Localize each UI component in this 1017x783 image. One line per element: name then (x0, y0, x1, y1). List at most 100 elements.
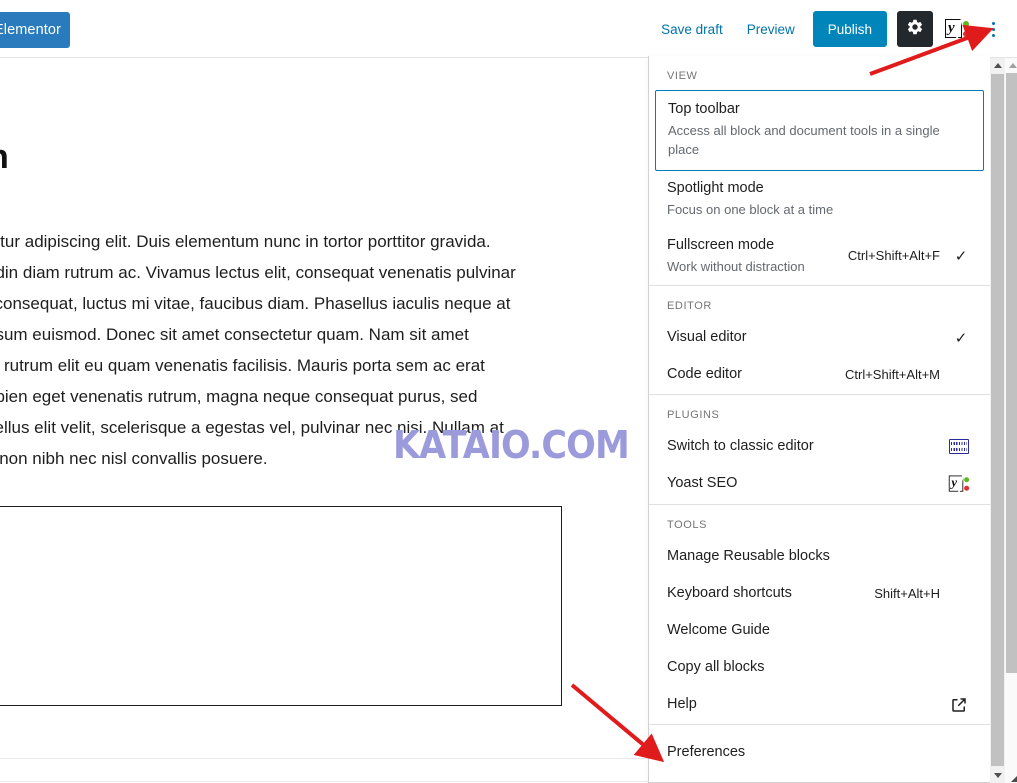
menu-scrollbar-thumb[interactable] (991, 74, 1004, 766)
post-paragraph-line: psum euismod. Donec sit amet consectetur… (0, 325, 469, 344)
menu-item-text: Manage Reusable blocks (667, 546, 972, 567)
yoast-seo-icon: y (946, 473, 972, 495)
menu-item-description: Focus on one block at a time (667, 202, 834, 217)
menu-group: EDITOR Visual editor ✓ Code editor Ctrl+Shif… (649, 286, 990, 395)
menu-group: PLUGINS Switch to classic editor Yoast SEO… (649, 395, 990, 505)
menu-item-title: Keyboard shortcuts (667, 585, 792, 601)
divider (0, 758, 648, 759)
post-paragraph-line: i consequat, luctus mi vitae, faucibus d… (0, 294, 511, 313)
menu-group: Preferences (649, 725, 990, 772)
menu-item-shortcut: Ctrl+Shift+Alt+F (847, 248, 940, 263)
menu-item-title: Top toolbar (668, 101, 740, 117)
resize-grip-icon[interactable] (1007, 770, 1017, 782)
chevron-up-icon (1008, 63, 1017, 68)
menu-item-welcome-guide[interactable]: Welcome Guide (649, 613, 990, 650)
yoast-seo-button[interactable]: y (939, 11, 975, 47)
menu-item-title: Help (667, 696, 697, 712)
gear-icon (906, 18, 924, 41)
menu-item-text: Top toolbar Access all block and document… (668, 99, 971, 159)
save-draft-button[interactable]: Save draft (649, 11, 735, 47)
menu-item-text: Code editor (667, 364, 833, 385)
menu-item-text: Preferences (667, 742, 972, 763)
menu-item-shortcut: Ctrl+Shift+Alt+M (844, 367, 940, 382)
menu-item-code-editor[interactable]: Code editor Ctrl+Shift+Alt+M (649, 357, 990, 394)
menu-scroll-down-button[interactable] (990, 768, 1005, 783)
yoast-seo-icon: y (948, 475, 970, 494)
menu-group-label: EDITOR (667, 300, 712, 312)
menu-item-description: Access all block and document tools in a… (668, 123, 940, 157)
post-paragraph-line: lt non nibh nec nisl convallis posuere. (0, 449, 268, 468)
menu-item-description: Work without distraction (667, 259, 805, 274)
elementor-button-label: Elementor (0, 22, 61, 38)
menu-item-spotlight-mode[interactable]: Spotlight mode Focus on one block at a ti… (649, 171, 990, 228)
menu-item-manage-reusable-blocks[interactable]: Manage Reusable blocks (649, 539, 990, 576)
menu-item-text: Keyboard shortcuts (667, 583, 862, 604)
menu-scrollbar[interactable] (990, 58, 1005, 783)
menu-item-title: Copy all blocks (667, 659, 765, 675)
divider (0, 781, 648, 782)
editor-top-bar: Elementor Save draft Preview Publish y (0, 0, 1017, 58)
post-paragraph-line: apien eget venenatis rutrum, magna neque… (0, 387, 478, 406)
post-paragraph-line: in rutrum elit eu quam venenatis facilis… (0, 356, 485, 375)
menu-item-text: Spotlight mode Focus on one block at a ti… (667, 178, 972, 219)
post-paragraph-line: udin diam rutrum ac. Vivamus lectus elit… (0, 263, 516, 282)
menu-group: TOOLS Manage Reusable blocks Keyboard shor… (649, 505, 990, 725)
menu-item-title: Manage Reusable blocks (667, 548, 830, 564)
settings-button[interactable] (897, 11, 933, 47)
preview-button[interactable]: Preview (735, 11, 807, 47)
menu-item-title: Switch to classic editor (667, 438, 814, 454)
menu-item-shortcut: Shift+Alt+H (874, 586, 940, 601)
menu-item-keyboard-shortcuts[interactable]: Keyboard shortcuts Shift+Alt+H (649, 576, 990, 613)
menu-item-visual-editor[interactable]: Visual editor ✓ (649, 320, 990, 357)
post-paragraph-line: sellus elit velit, scelerisque a egestas… (0, 418, 504, 437)
external-link-icon (952, 697, 966, 712)
checkmark-icon: ✓ (954, 329, 968, 347)
page-scrollbar[interactable] (1005, 58, 1017, 783)
menu-item-title: Preferences (667, 744, 746, 760)
keyboard-icon (946, 439, 972, 454)
menu-item-yoast-seo[interactable]: Yoast SEO y (649, 466, 990, 504)
menu-item-text: Help (667, 694, 936, 715)
elementor-button[interactable]: Elementor (0, 12, 70, 48)
menu-item-title: Welcome Guide (667, 622, 770, 638)
menu-item-title: Spotlight mode (667, 180, 764, 196)
more-options-button[interactable] (977, 11, 1009, 47)
menu-item-text: Copy all blocks (667, 657, 972, 678)
options-dropdown-menu[interactable]: VIEW Top toolbar Access all block and docu… (648, 56, 990, 783)
chevron-down-icon (993, 773, 1002, 778)
top-bar-actions: Save draft Preview Publish y (649, 0, 1009, 58)
menu-item-fullscreen-mode[interactable]: Fullscreen mode Work without distraction C… (649, 228, 990, 285)
menu-item-text: Fullscreen mode Work without distraction (667, 235, 836, 276)
yoast-seo-icon: y (945, 18, 969, 40)
menu-item-top-toolbar[interactable]: Top toolbar Access all block and document… (655, 90, 984, 171)
menu-item-title: Yoast SEO (667, 475, 738, 491)
page-scrollbar-thumb[interactable] (1006, 73, 1017, 673)
keyboard-icon (949, 439, 969, 454)
menu-scroll-up-button[interactable] (990, 58, 1005, 73)
menu-item-text: Visual editor (667, 327, 940, 348)
post-title[interactable]: n (0, 138, 9, 177)
external-link-icon (946, 696, 972, 714)
menu-group-spacer (649, 725, 990, 735)
post-body[interactable]: tetur adipiscing elit. Duis elementum nu… (0, 226, 586, 474)
menu-group-label: VIEW (667, 70, 698, 82)
menu-item-switch-to-classic-editor[interactable]: Switch to classic editor (649, 429, 990, 466)
menu-group: VIEW Top toolbar Access all block and docu… (649, 56, 990, 286)
menu-item-preferences[interactable]: Preferences (649, 735, 990, 772)
menu-item-text: Switch to classic editor (667, 436, 936, 457)
menu-item-text: Yoast SEO (667, 473, 936, 494)
menu-item-copy-all-blocks[interactable]: Copy all blocks (649, 650, 990, 687)
kebab-menu-icon (991, 21, 995, 37)
menu-item-title: Fullscreen mode (667, 237, 775, 253)
menu-item-help[interactable]: Help (649, 687, 990, 724)
publish-button[interactable]: Publish (812, 11, 887, 47)
page-scroll-up-button[interactable] (1005, 58, 1017, 73)
empty-block-placeholder[interactable] (0, 506, 562, 706)
menu-item-text: Welcome Guide (667, 620, 972, 641)
post-editor-canvas[interactable]: n tetur adipiscing elit. Duis elementum … (0, 58, 648, 783)
menu-item-title: Visual editor (667, 329, 747, 345)
chevron-up-icon (993, 63, 1002, 68)
menu-group-label: PLUGINS (667, 409, 720, 421)
menu-group-label: TOOLS (667, 519, 708, 531)
checkmark-icon: ✓ (954, 247, 968, 265)
